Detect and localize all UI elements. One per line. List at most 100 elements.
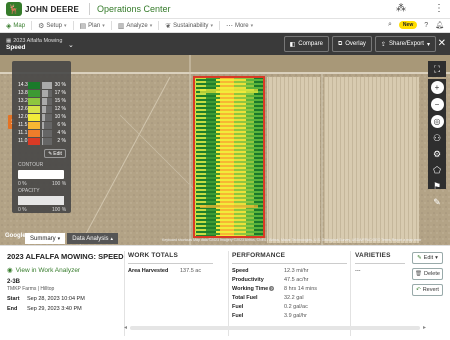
end-label: End <box>7 306 18 312</box>
new-badge[interactable]: New <box>398 21 418 29</box>
legend-bar <box>42 105 52 113</box>
legend-bar-fill <box>42 105 46 113</box>
overlay-button[interactable]: ⧉ Overlay <box>331 36 372 52</box>
metric-label: Fuel <box>232 313 244 319</box>
locate-icon[interactable]: ◎ <box>430 115 444 128</box>
legend-swatch <box>28 89 40 97</box>
performance-row: Productivity 47.5 ac/hr <box>232 277 347 283</box>
chart-icon: ◉ <box>7 267 13 274</box>
help-icon[interactable]: ? <box>269 286 275 291</box>
work-totals: WORK TOTALS Area Harvested 137.5 ac <box>128 252 213 274</box>
nav-separator <box>31 21 33 30</box>
tab-data-analysis[interactable]: Data Analysis ▴ <box>67 233 119 244</box>
layer-name: Speed <box>6 43 26 51</box>
layer-selector[interactable]: ▦ 2023 Alfalfa Mowing Speed <box>6 38 68 51</box>
metric-label: Total Fuel <box>232 295 258 301</box>
nav-sustainability[interactable]: ❦ Sustainability ▾ <box>165 22 213 30</box>
zoom-out-icon[interactable]: − <box>430 98 444 111</box>
legend-percent: 4 % <box>57 130 66 136</box>
legend-bar <box>42 89 52 97</box>
legend-percent: 12 % <box>54 106 66 112</box>
performance: PERFORMANCE Speed 12.3 mi/hr Productivity… <box>232 252 347 319</box>
revert-button[interactable]: ↶ Revert <box>412 284 443 296</box>
revert-label: Revert <box>422 287 439 293</box>
nav-separator <box>72 21 74 30</box>
opacity-label: OPACITY <box>18 188 40 194</box>
nav-setup[interactable]: ⚙ Setup ▾ <box>38 22 66 30</box>
apps-icon[interactable]: ⁂ <box>396 3 406 14</box>
overlay-label: Overlay <box>345 41 366 47</box>
scroll-left-icon[interactable]: ◂ <box>124 324 127 331</box>
more-vert-icon[interactable]: ⋮ <box>434 3 444 14</box>
sustainability-icon: ❦ <box>165 22 172 30</box>
legend-row: 13.8 17 % <box>18 89 66 97</box>
chevron-down-icon[interactable]: ⌄ <box>68 41 74 49</box>
metric-label: Productivity <box>232 277 264 283</box>
nav-plan[interactable]: ▤ Plan ▾ <box>80 22 105 30</box>
pencil-icon[interactable]: ✎ <box>428 194 446 210</box>
scroll-right-icon[interactable]: ▸ <box>423 324 426 331</box>
shape-tool-icon[interactable]: ⬠ <box>428 162 446 178</box>
tab-summary-label: Summary <box>30 235 56 242</box>
legend-row: 14.3 30 % <box>18 81 66 89</box>
legend-row: 11.1 4 % <box>18 129 66 137</box>
nav-more[interactable]: ⋯ More ▾ <box>226 22 253 30</box>
metric-value: 32.2 gal <box>284 295 304 301</box>
legend-swatch <box>28 137 40 145</box>
metric-value: 8 hrs 14 mins <box>284 286 318 292</box>
varieties-value: --- <box>355 268 361 274</box>
delete-button[interactable]: 🗑︎ Delete <box>412 268 443 280</box>
flag-icon[interactable]: ⚑ <box>428 178 446 194</box>
chevron-down-icon: ▾ <box>250 22 254 29</box>
contour-slider[interactable] <box>18 170 64 179</box>
notifications-bell-icon[interactable]: 🔔︎ <box>435 21 444 29</box>
chevron-down-icon: ▾ <box>426 41 430 48</box>
share-export-button[interactable]: ⇪ Share/Export ▾ <box>374 36 436 52</box>
nav-more-label: More <box>234 22 249 29</box>
performance-row: Total Fuel 32.2 gal <box>232 295 347 301</box>
settings-icon[interactable]: ⚙ <box>428 146 446 162</box>
map-canvas[interactable]: 1 14.330 %13.817 %13.215 %12.612 %12.010… <box>0 55 450 245</box>
compare-button[interactable]: ◧ Compare <box>283 36 329 52</box>
people-icon[interactable]: ⚇ <box>428 130 446 146</box>
chevron-down-icon: ▾ <box>149 22 153 29</box>
legend-bar-fill <box>42 129 44 137</box>
farm-name: TMKP Farms | Hilltop <box>7 286 55 292</box>
action-buttons: ✎ Edit ▾ 🗑︎ Delete ↶ Revert <box>412 252 443 296</box>
metric-value: 3.9 gal/hr <box>284 313 307 319</box>
legend-row: 12.6 12 % <box>18 105 66 113</box>
legend-edit-label: Edit <box>53 150 62 157</box>
john-deere-logo[interactable]: 🦌 JOHN DEERE <box>6 2 79 16</box>
view-in-work-analyzer-link[interactable]: ◉ View in Work Analyzer <box>7 266 125 275</box>
tab-summary[interactable]: Summary ▾ <box>25 233 66 244</box>
legend-percent: 17 % <box>54 90 66 96</box>
operation-title: 2023 ALFALFA MOWING: SPEED <box>7 252 124 261</box>
performance-row: Fuel 0.2 gal/ac <box>232 304 347 310</box>
divider <box>128 263 213 264</box>
legend-percent: 15 % <box>54 98 66 104</box>
share-icon: ⇪ <box>380 41 386 48</box>
legend-bar <box>42 97 52 105</box>
edit-button[interactable]: ✎ Edit ▾ <box>412 252 443 264</box>
nav-analyze[interactable]: ▥ Analyze ▾ <box>118 22 153 30</box>
horizontal-scrollbar[interactable] <box>130 326 420 330</box>
legend-swatch <box>28 105 40 113</box>
area-harvested-value: 137.5 ac <box>180 268 202 274</box>
legend-value: 13.8 <box>18 90 28 96</box>
legend-value: 14.3 <box>18 82 28 88</box>
map-attribution[interactable]: Keyboard shortcuts Map data ©2023 Imager… <box>162 238 421 242</box>
analyze-icon: ▥ <box>117 22 125 30</box>
varieties: VARIETIES --- <box>355 252 405 274</box>
help-icon[interactable]: ? <box>424 22 428 29</box>
contour-label: CONTOUR <box>18 162 44 168</box>
varieties-title: VARIETIES <box>355 252 391 259</box>
zoom-in-icon[interactable]: + <box>430 81 444 94</box>
nav-map[interactable]: ◈ Map <box>6 22 25 30</box>
chevron-down-icon: ▾ <box>210 22 213 29</box>
app-title: Operations Center <box>97 4 171 14</box>
close-icon[interactable]: ✕ <box>438 38 446 49</box>
opacity-slider[interactable] <box>18 196 64 205</box>
fullscreen-icon[interactable]: ⛶ <box>428 61 446 77</box>
search-icon[interactable]: ⌕ <box>388 21 392 29</box>
legend-edit-button[interactable]: ✎ Edit <box>44 149 66 158</box>
